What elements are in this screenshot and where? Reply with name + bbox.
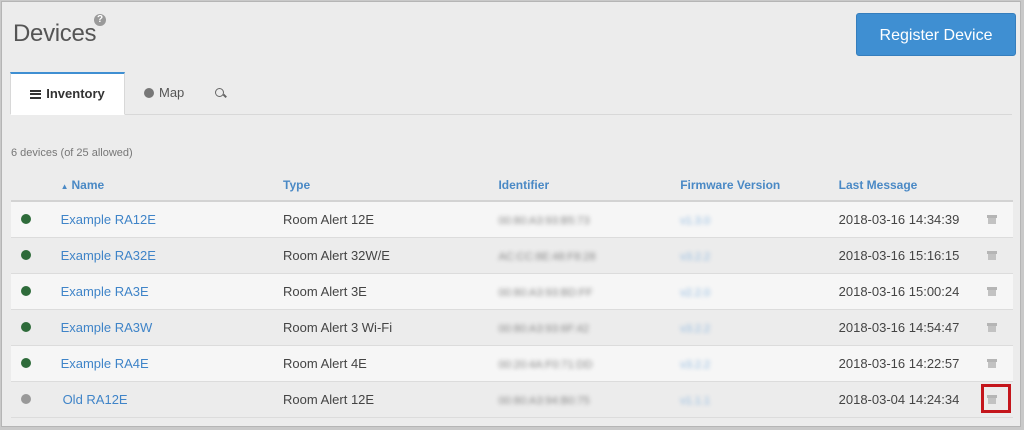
table-header-row: ▲ Name Type Identifier Firmware Version L… — [11, 169, 1013, 202]
tab-inventory[interactable]: Inventory — [10, 72, 125, 115]
status-online-icon — [21, 214, 31, 224]
last-message: 2018-03-16 15:00:24 — [838, 273, 988, 310]
firmware-column-header[interactable]: Firmware Version — [680, 169, 839, 202]
tab-map[interactable]: Map — [144, 72, 184, 114]
firmware-link[interactable]: v3.2.2 — [680, 359, 710, 371]
device-name-link[interactable]: Example RA4E — [61, 356, 149, 371]
archive-icon[interactable] — [987, 323, 998, 332]
page-title: Devices — [13, 20, 97, 47]
device-identifier: 00:80:A3:93:BD:FF — [498, 287, 593, 299]
list-icon — [30, 89, 42, 99]
tab-bar: Inventory Map — [10, 72, 1012, 115]
globe-icon — [144, 88, 154, 98]
device-identifier: 00:20:4A:F0:71:DD — [498, 359, 593, 371]
table-row: Example RA32E Room Alert 32W/E AC:CC:8E:… — [11, 237, 1013, 274]
device-name-link[interactable]: Example RA3E — [61, 284, 149, 299]
table-row: Example RA4E Room Alert 4E 00:20:4A:F0:7… — [11, 345, 1013, 382]
device-name-link[interactable]: Example RA32E — [61, 248, 156, 263]
last-message-column-header[interactable]: Last Message — [838, 169, 988, 202]
device-type: Room Alert 12E — [283, 201, 499, 238]
device-identifier: AC:CC:8E:48:F8:28 — [498, 251, 596, 263]
status-online-icon — [21, 286, 31, 296]
status-online-icon — [21, 250, 31, 260]
sort-asc-icon: ▲ — [60, 181, 69, 191]
firmware-link[interactable]: v1.3.0 — [680, 215, 710, 227]
name-column-header[interactable]: ▲ Name — [60, 169, 284, 202]
table-row: Example RA3E Room Alert 3E 00:80:A3:93:B… — [11, 273, 1013, 310]
firmware-link[interactable]: v3.2.2 — [680, 323, 710, 335]
device-count: 6 devices (of 25 allowed) — [11, 147, 133, 159]
status-online-icon — [21, 322, 31, 332]
device-type: Room Alert 12E — [283, 381, 499, 418]
last-message: 2018-03-16 15:16:15 — [838, 237, 988, 274]
register-device-button[interactable]: Register Device — [856, 13, 1016, 56]
search-icon — [215, 87, 226, 99]
actions-header — [987, 169, 1013, 202]
last-message: 2018-03-16 14:54:47 — [838, 309, 988, 346]
highlight-box — [981, 384, 1011, 413]
firmware-link[interactable]: v3.2.2 — [680, 251, 710, 263]
archive-icon[interactable] — [987, 251, 998, 260]
device-name-link[interactable]: Example RA3W — [61, 320, 153, 335]
device-type: Room Alert 3 Wi-Fi — [283, 309, 499, 346]
tab-map-label: Map — [159, 85, 185, 100]
last-message: 2018-03-16 14:34:39 — [838, 201, 988, 238]
device-identifier: 00:80:A3:94:B0:75 — [498, 395, 590, 407]
device-identifier: 00:80:A3:93:6F:42 — [498, 323, 589, 335]
last-message: 2018-03-16 14:22:57 — [838, 345, 988, 382]
firmware-link[interactable]: v2.2.0 — [680, 287, 710, 299]
help-icon[interactable]: ? — [94, 14, 106, 26]
device-type: Room Alert 32W/E — [283, 237, 499, 274]
status-offline-icon — [21, 394, 31, 404]
archive-icon[interactable] — [987, 215, 998, 224]
status-header — [11, 169, 61, 202]
device-identifier: 00:80:A3:93:B5:73 — [498, 215, 590, 227]
status-online-icon — [21, 358, 31, 368]
firmware-link[interactable]: v1.1.1 — [680, 395, 710, 407]
identifier-column-header[interactable]: Identifier — [498, 169, 681, 202]
archive-icon[interactable] — [987, 359, 998, 368]
last-message: 2018-03-04 14:24:34 — [838, 381, 988, 418]
device-name-link[interactable]: Example RA12E — [61, 212, 156, 227]
type-column-header[interactable]: Type — [283, 169, 499, 202]
tab-search[interactable] — [215, 72, 226, 114]
devices-table: ▲ Name Type Identifier Firmware Version L… — [11, 169, 1013, 418]
device-type: Room Alert 4E — [283, 345, 499, 382]
archive-icon[interactable] — [987, 287, 998, 296]
table-row: Old RA12E Room Alert 12E 00:80:A3:94:B0:… — [11, 381, 1013, 418]
device-name-link[interactable]: Old RA12E — [61, 392, 128, 407]
tab-inventory-label: Inventory — [46, 86, 105, 101]
table-row: Example RA12E Room Alert 12E 00:80:A3:93… — [11, 201, 1013, 238]
table-row: Example RA3W Room Alert 3 Wi-Fi 00:80:A3… — [11, 309, 1013, 346]
device-type: Room Alert 3E — [283, 273, 499, 310]
